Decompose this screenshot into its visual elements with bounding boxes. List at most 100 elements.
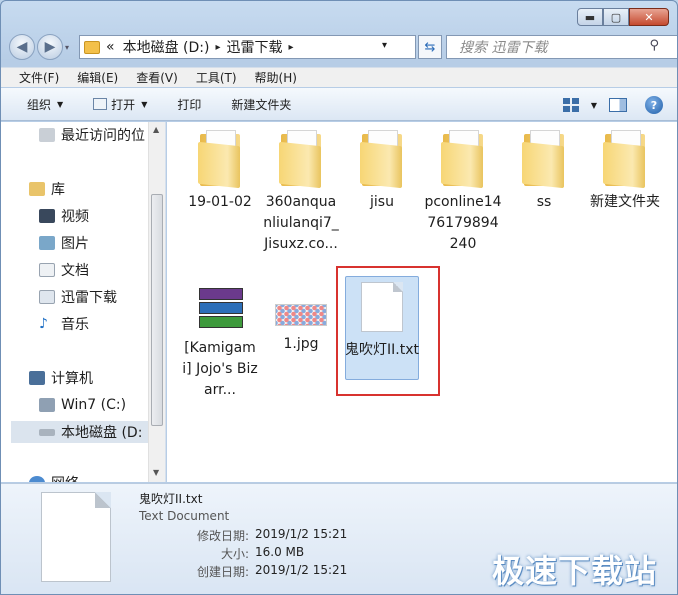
- help-icon[interactable]: ?: [645, 96, 663, 114]
- music-icon: ♪: [39, 316, 48, 332]
- nav-label: 迅雷下载: [61, 290, 117, 306]
- file-name: [Kamigami] Jojo's Bizarr...: [182, 340, 258, 398]
- print-button[interactable]: 打印: [177, 96, 201, 113]
- menu-bar: 文件(F) 编辑(E) 查看(V) 工具(T) 帮助(H): [1, 67, 677, 87]
- search-input[interactable]: 搜索 迅雷下载: [446, 35, 677, 59]
- open-label: 打开: [111, 97, 136, 112]
- folder-icon: [360, 130, 404, 189]
- nav-label: 网络: [51, 473, 79, 482]
- breadcrumb-thunder[interactable]: 迅雷下载: [226, 37, 282, 57]
- nav-item-music[interactable]: ♪ 音乐: [39, 313, 89, 335]
- nav-label: Win7 (C:): [61, 397, 127, 413]
- file-list: 19-01-02 360anquanliulanqi7_Jisuxz.co...…: [167, 122, 677, 482]
- document-icon: [39, 263, 55, 277]
- recent-pages-dropdown[interactable]: ▾: [65, 43, 75, 52]
- menu-edit[interactable]: 编辑(E): [77, 69, 118, 86]
- file-item[interactable]: 360anquanliulanqi7_Jisuxz.co...: [262, 125, 340, 255]
- library-icon: [29, 182, 45, 196]
- file-item[interactable]: [Kamigami] Jojo's Bizarr...: [181, 276, 259, 401]
- address-dropdown[interactable]: ▾: [382, 40, 387, 51]
- address-bar[interactable]: « 本地磁盘 (D:) ▸ 迅雷下载 ▸ ▾: [79, 35, 416, 59]
- detail-label: 大小:: [220, 547, 249, 561]
- forward-button[interactable]: ▶: [37, 34, 63, 60]
- file-name: 19-01-02: [188, 194, 252, 210]
- nav-item-drive-d[interactable]: 本地磁盘 (D:: [11, 421, 157, 443]
- nav-label: 最近访问的位: [61, 128, 145, 144]
- file-item[interactable]: pconline1476179894240: [424, 125, 502, 255]
- nav-item-thunder[interactable]: 迅雷下载: [39, 286, 117, 308]
- details-pane: 鬼吹灯II.txt Text Document 修改日期: 2019/1/2 1…: [1, 483, 677, 594]
- file-item[interactable]: 1.jpg: [262, 276, 340, 355]
- system-drive-icon: [39, 398, 55, 412]
- back-button[interactable]: ◀: [9, 34, 35, 60]
- watermark: 极速下载站: [491, 552, 657, 590]
- search-icon[interactable]: ⚲: [649, 38, 659, 53]
- computer-icon: [29, 371, 45, 385]
- file-name: pconline1476179894240: [424, 194, 502, 252]
- open-icon: [93, 98, 108, 110]
- network-icon: [29, 476, 45, 482]
- breadcrumb-separator[interactable]: ▸: [288, 42, 293, 53]
- nav-item-videos[interactable]: 视频: [39, 205, 89, 227]
- nav-label: 文档: [61, 263, 89, 279]
- explorer-window: ▬ ▢ ✕ ◀ ▶ ▾ « 本地磁盘 (D:) ▸ 迅雷下载 ▸ ▾ ⇆ 搜索 …: [0, 0, 678, 595]
- menu-tools[interactable]: 工具(T): [196, 69, 237, 86]
- nav-scrollbar[interactable]: ▲ ▼: [148, 122, 165, 482]
- nav-label: 库: [51, 182, 65, 198]
- close-button[interactable]: ✕: [629, 8, 669, 26]
- scroll-up-icon[interactable]: ▲: [153, 125, 159, 134]
- menu-file[interactable]: 文件(F): [19, 69, 59, 86]
- back-arrow-icon: ◀: [16, 39, 28, 55]
- file-item[interactable]: 新建文件夹: [586, 125, 664, 213]
- address-overflow[interactable]: «: [106, 39, 115, 55]
- maximize-button[interactable]: ▢: [603, 8, 629, 26]
- chevron-down-icon: ▼: [141, 99, 148, 109]
- refresh-button[interactable]: ⇆: [418, 35, 442, 59]
- scroll-thumb[interactable]: [151, 194, 163, 426]
- scroll-down-icon[interactable]: ▼: [153, 468, 159, 477]
- menu-view[interactable]: 查看(V): [136, 69, 178, 86]
- nav-item-network[interactable]: 网络: [29, 472, 79, 482]
- detail-value: 2019/1/2 15:21: [255, 563, 348, 577]
- nav-item-pictures[interactable]: 图片: [39, 232, 89, 254]
- preview-pane-icon[interactable]: [609, 98, 627, 112]
- breadcrumb-separator[interactable]: ▸: [215, 42, 220, 53]
- nav-label: 视频: [61, 209, 89, 225]
- download-folder-icon: [39, 290, 55, 304]
- file-name: 新建文件夹: [590, 194, 660, 210]
- text-document-icon: [41, 492, 111, 582]
- image-thumbnail-icon: [275, 304, 327, 326]
- detail-created: 创建日期: 2019/1/2 15:21: [161, 563, 421, 580]
- file-item[interactable]: jisu: [343, 125, 421, 213]
- detail-value: 2019/1/2 15:21: [255, 527, 348, 541]
- change-view-icon[interactable]: [562, 98, 579, 112]
- navigation-bar: ◀ ▶ ▾ « 本地磁盘 (D:) ▸ 迅雷下载 ▸ ▾ ⇆ 搜索 迅雷下载 ⚲: [9, 34, 677, 60]
- new-folder-button[interactable]: 新建文件夹: [231, 96, 291, 113]
- nav-item-recent[interactable]: 最近访问的位: [39, 124, 145, 146]
- nav-item-documents[interactable]: 文档: [39, 259, 89, 281]
- archive-icon: [195, 284, 245, 332]
- forward-arrow-icon: ▶: [44, 39, 56, 55]
- breadcrumb-local-disk[interactable]: 本地磁盘 (D:): [123, 37, 210, 57]
- caption-buttons: ▬ ▢ ✕: [577, 8, 669, 26]
- nav-item-drive-c[interactable]: Win7 (C:): [39, 394, 126, 416]
- nav-label: 音乐: [61, 317, 89, 333]
- file-item[interactable]: 19-01-02: [181, 125, 259, 213]
- nav-label: 图片: [61, 236, 89, 252]
- drive-icon: [39, 428, 55, 436]
- detail-modified: 修改日期: 2019/1/2 15:21: [161, 527, 421, 544]
- nav-item-library[interactable]: 库: [29, 178, 65, 200]
- minimize-button[interactable]: ▬: [577, 8, 603, 26]
- organize-button[interactable]: 组织 ▼: [27, 96, 63, 113]
- nav-item-computer[interactable]: 计算机: [29, 367, 93, 389]
- detail-label: 创建日期:: [196, 565, 249, 579]
- navigation-pane: 最近访问的位 库 视频 图片 文档 迅雷下载 ♪ 音乐 计算机 Win7 (C:)…: [1, 122, 166, 482]
- menu-help[interactable]: 帮助(H): [255, 69, 297, 86]
- open-button[interactable]: 打开 ▼: [93, 96, 147, 113]
- chevron-down-icon[interactable]: ▼: [591, 101, 597, 110]
- video-icon: [39, 209, 55, 223]
- file-item[interactable]: ss: [505, 125, 583, 213]
- nav-label: 计算机: [51, 371, 93, 387]
- file-name: jisu: [370, 194, 394, 210]
- organize-label: 组织: [27, 97, 52, 112]
